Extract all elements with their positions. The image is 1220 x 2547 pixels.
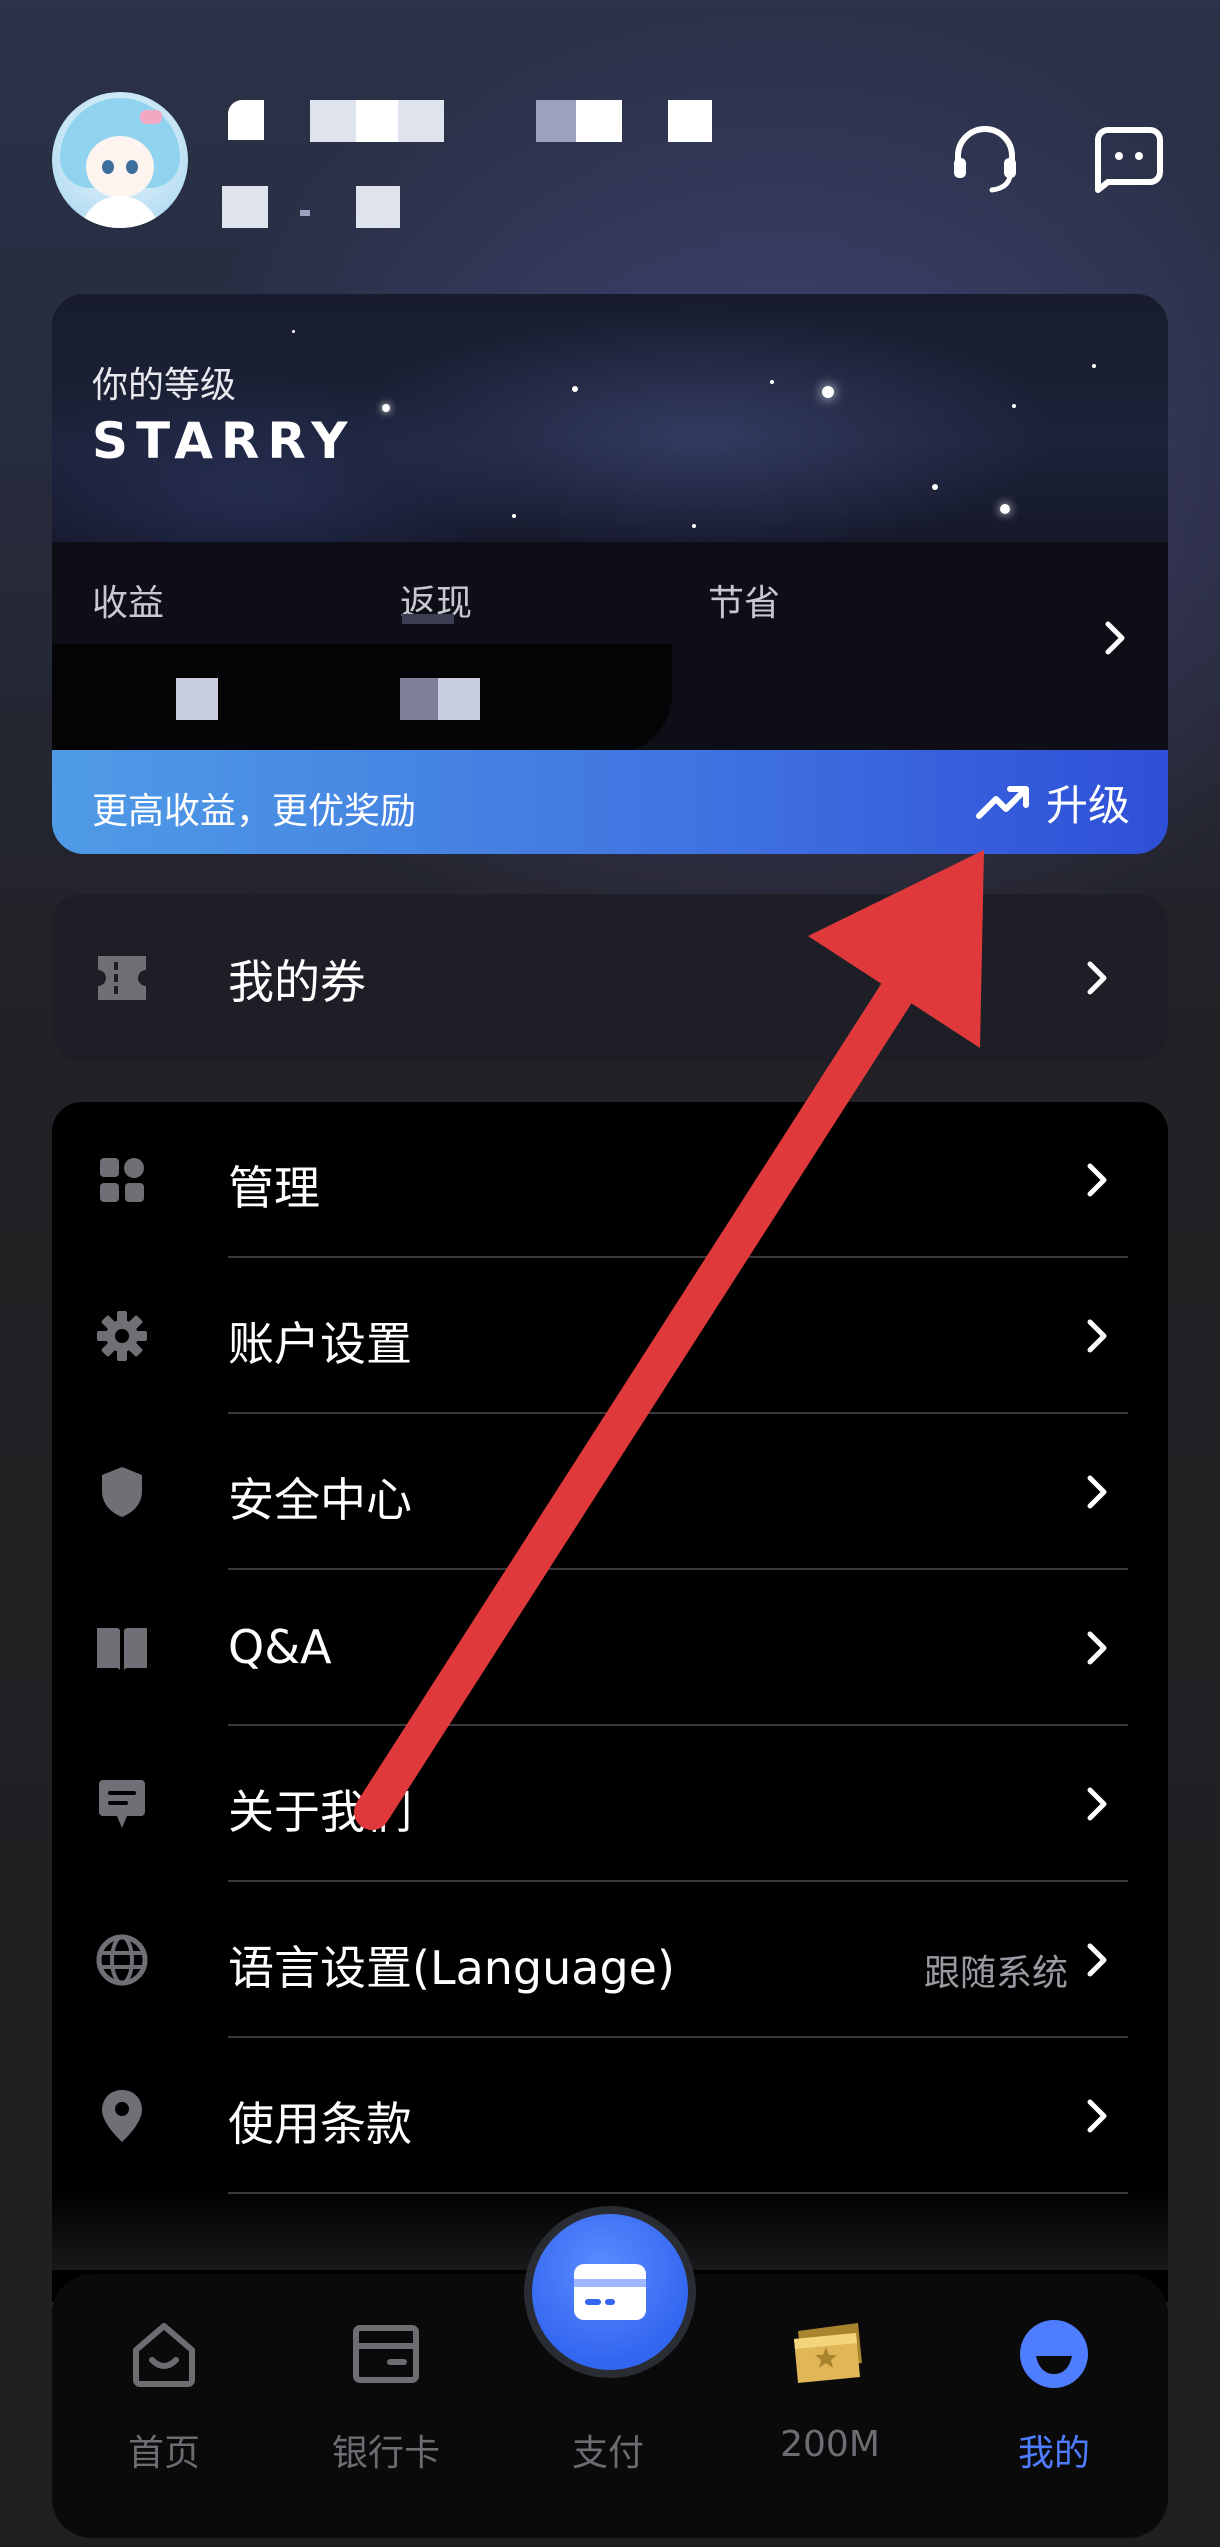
location-pin-icon [92, 2086, 152, 2146]
nav-bank-card[interactable]: 银行卡 [286, 2274, 486, 2538]
card-icon [574, 2264, 646, 2320]
menu-item-label: 使用条款 [228, 2097, 412, 2151]
globe-icon [92, 1930, 152, 1990]
nav-label: 银行卡 [331, 2433, 440, 2474]
chevron-right-icon [1084, 2096, 1112, 2136]
upgrade-button[interactable]: 升级 [975, 772, 1130, 832]
coupon-label: 我的券 [228, 955, 366, 1009]
language-current-value: 跟随系统 [923, 1953, 1068, 1994]
my-coupons-row[interactable]: 我的券 [52, 894, 1168, 1062]
nav-label: 200M [780, 2424, 880, 2465]
ticket-icon [92, 948, 152, 1008]
home-icon [128, 2318, 200, 2390]
upgrade-label: 升级 [1045, 780, 1130, 830]
pay-button[interactable] [524, 2206, 696, 2378]
nav-mine[interactable]: 我的 [954, 2274, 1154, 2538]
message-icon [92, 1774, 152, 1834]
chevron-right-icon [1084, 958, 1112, 998]
chevron-right-icon [1084, 1160, 1112, 1200]
menu-item-about-us[interactable]: 关于我们 [52, 1726, 1168, 1882]
book-icon [92, 1618, 152, 1678]
stat-label-earnings: 收益 [92, 583, 165, 624]
grid-icon [92, 1150, 152, 1210]
nav-label: 支付 [571, 2433, 644, 2474]
profile-page: 你的等级 STARRY 收益 返现 节省 更高收益，更优奖励 升级 我的券 管理… [0, 0, 1220, 2547]
wallet-icon [350, 2318, 422, 2390]
chevron-right-icon [1105, 621, 1125, 655]
menu-item-label: 语言设置(Language) [228, 1941, 675, 1995]
menu-item-label: 账户设置 [228, 1317, 412, 1371]
menu-item-language-settings[interactable]: 语言设置(Language) 跟随系统 [52, 1882, 1168, 2038]
level-detail-chevron[interactable] [1104, 620, 1128, 660]
menu-item-terms-of-use[interactable]: 使用条款 [52, 2038, 1168, 2194]
nav-200m[interactable]: 200M [730, 2274, 930, 2538]
nav-label: 我的 [1017, 2433, 1090, 2474]
menu-item-qa[interactable]: Q&A [52, 1570, 1168, 1726]
pay-button-inner [532, 2214, 688, 2370]
menu-item-label: 关于我们 [228, 1785, 412, 1839]
chevron-right-icon [1084, 1940, 1112, 1980]
chevron-right-icon [1084, 1316, 1112, 1356]
chevron-right-icon [1084, 1472, 1112, 1512]
user-avatar[interactable] [52, 92, 188, 228]
level-card[interactable]: 你的等级 STARRY 收益 返现 节省 更高收益，更优奖励 升级 [52, 294, 1168, 854]
messages-button[interactable] [1092, 122, 1166, 196]
shield-icon [92, 1462, 152, 1522]
menu-item-label: 管理 [228, 1161, 320, 1215]
trending-up-icon [975, 786, 1029, 819]
menu-item-label: Q&A [228, 1620, 332, 1674]
gold-tickets-icon [788, 2318, 872, 2390]
profile-icon [1018, 2318, 1090, 2390]
stat-label-savings: 节省 [708, 583, 781, 624]
headset-icon [954, 126, 1016, 193]
upgrade-promo-text: 更高收益，更优奖励 [92, 791, 417, 832]
settings-menu: 管理 账户设置 安全中心 Q&A 关于我们 语言设置(Language) 跟随系… [52, 1102, 1168, 2302]
gear-icon [92, 1306, 152, 1366]
chat-icon [1095, 127, 1163, 193]
menu-item-manage[interactable]: 管理 [52, 1102, 1168, 1258]
chevron-right-icon [1084, 1784, 1112, 1824]
customer-service-button[interactable] [948, 122, 1022, 196]
nav-home[interactable]: 首页 [64, 2274, 264, 2538]
chevron-right-icon [1084, 1628, 1112, 1668]
menu-item-label: 安全中心 [228, 1473, 412, 1527]
nav-label: 首页 [127, 2433, 200, 2474]
menu-item-account-settings[interactable]: 账户设置 [52, 1258, 1168, 1414]
level-label: 你的等级 [92, 365, 237, 406]
level-name: STARRY [92, 412, 356, 470]
menu-item-security-center[interactable]: 安全中心 [52, 1414, 1168, 1570]
upgrade-banner[interactable]: 更高收益，更优奖励 升级 [52, 750, 1168, 854]
